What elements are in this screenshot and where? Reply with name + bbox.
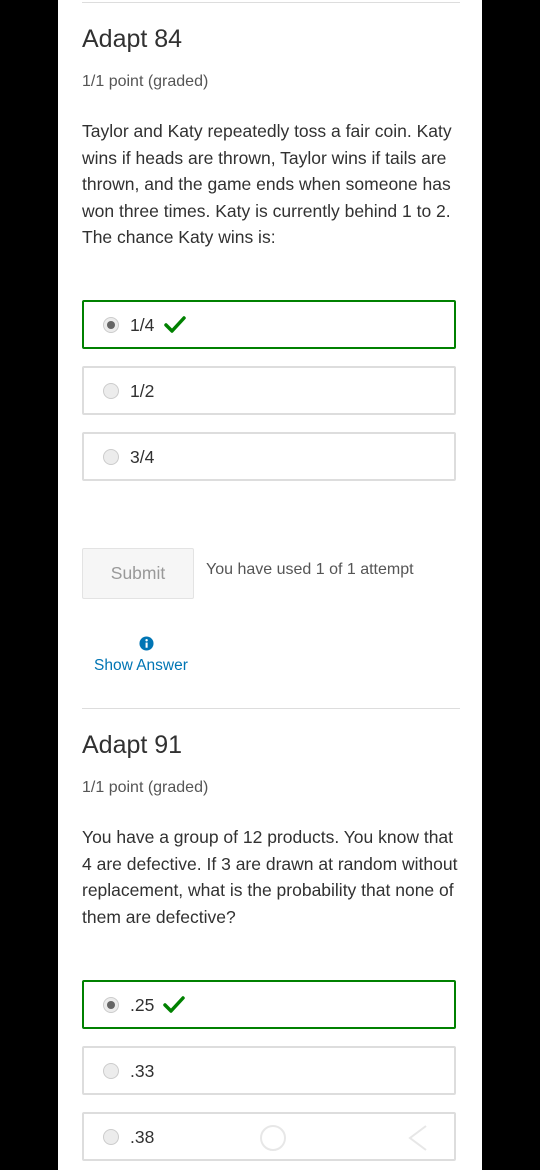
choice-label: 1/4 — [130, 315, 155, 335]
choice-label: .38 — [130, 1127, 155, 1147]
choice-label: .33 — [130, 1061, 155, 1081]
radio-button[interactable] — [103, 317, 119, 333]
answer-choice-3-4[interactable]: 3/4 — [82, 432, 456, 481]
answer-choice-1-4[interactable]: 1/4 — [82, 300, 456, 349]
attempts-status: You have used 1 of 1 attempt — [206, 561, 414, 578]
course-page: Adapt 84 1/1 point (graded) Taylor and K… — [58, 0, 482, 1170]
radio-button[interactable] — [103, 997, 119, 1013]
problem-title: Adapt 91 — [82, 731, 183, 759]
radio-button[interactable] — [103, 1129, 119, 1145]
answer-choice-25[interactable]: .25 — [82, 980, 456, 1029]
problem-question: Taylor and Katy repeatedly toss a fair c… — [82, 121, 452, 247]
back-nav-icon — [408, 1125, 427, 1151]
top-divider — [82, 2, 460, 3]
home-nav-icon — [260, 1125, 286, 1151]
choice-label: .25 — [130, 995, 155, 1015]
answer-choice-38[interactable]: .38 — [82, 1112, 456, 1161]
problem-points: 1/1 point (graded) — [82, 779, 209, 796]
choice-label: 1/2 — [130, 381, 155, 401]
problem-question: You have a group of 12 products. You kno… — [82, 827, 458, 927]
info-circle-icon — [139, 636, 154, 651]
choice-label: 3/4 — [130, 447, 155, 467]
radio-button[interactable] — [103, 383, 119, 399]
answer-choice-1-2[interactable]: 1/2 — [82, 366, 456, 415]
radio-button[interactable] — [103, 449, 119, 465]
radio-button[interactable] — [103, 1063, 119, 1079]
section-divider — [82, 708, 460, 709]
checkmark-icon — [164, 316, 186, 333]
submit-button[interactable]: Submit — [82, 548, 194, 599]
problem-title: Adapt 84 — [82, 25, 183, 53]
answer-choice-33[interactable]: .33 — [82, 1046, 456, 1095]
show-answer-button[interactable]: Show Answer — [94, 657, 188, 675]
checkmark-icon — [163, 996, 185, 1013]
problem-points: 1/1 point (graded) — [82, 73, 209, 90]
